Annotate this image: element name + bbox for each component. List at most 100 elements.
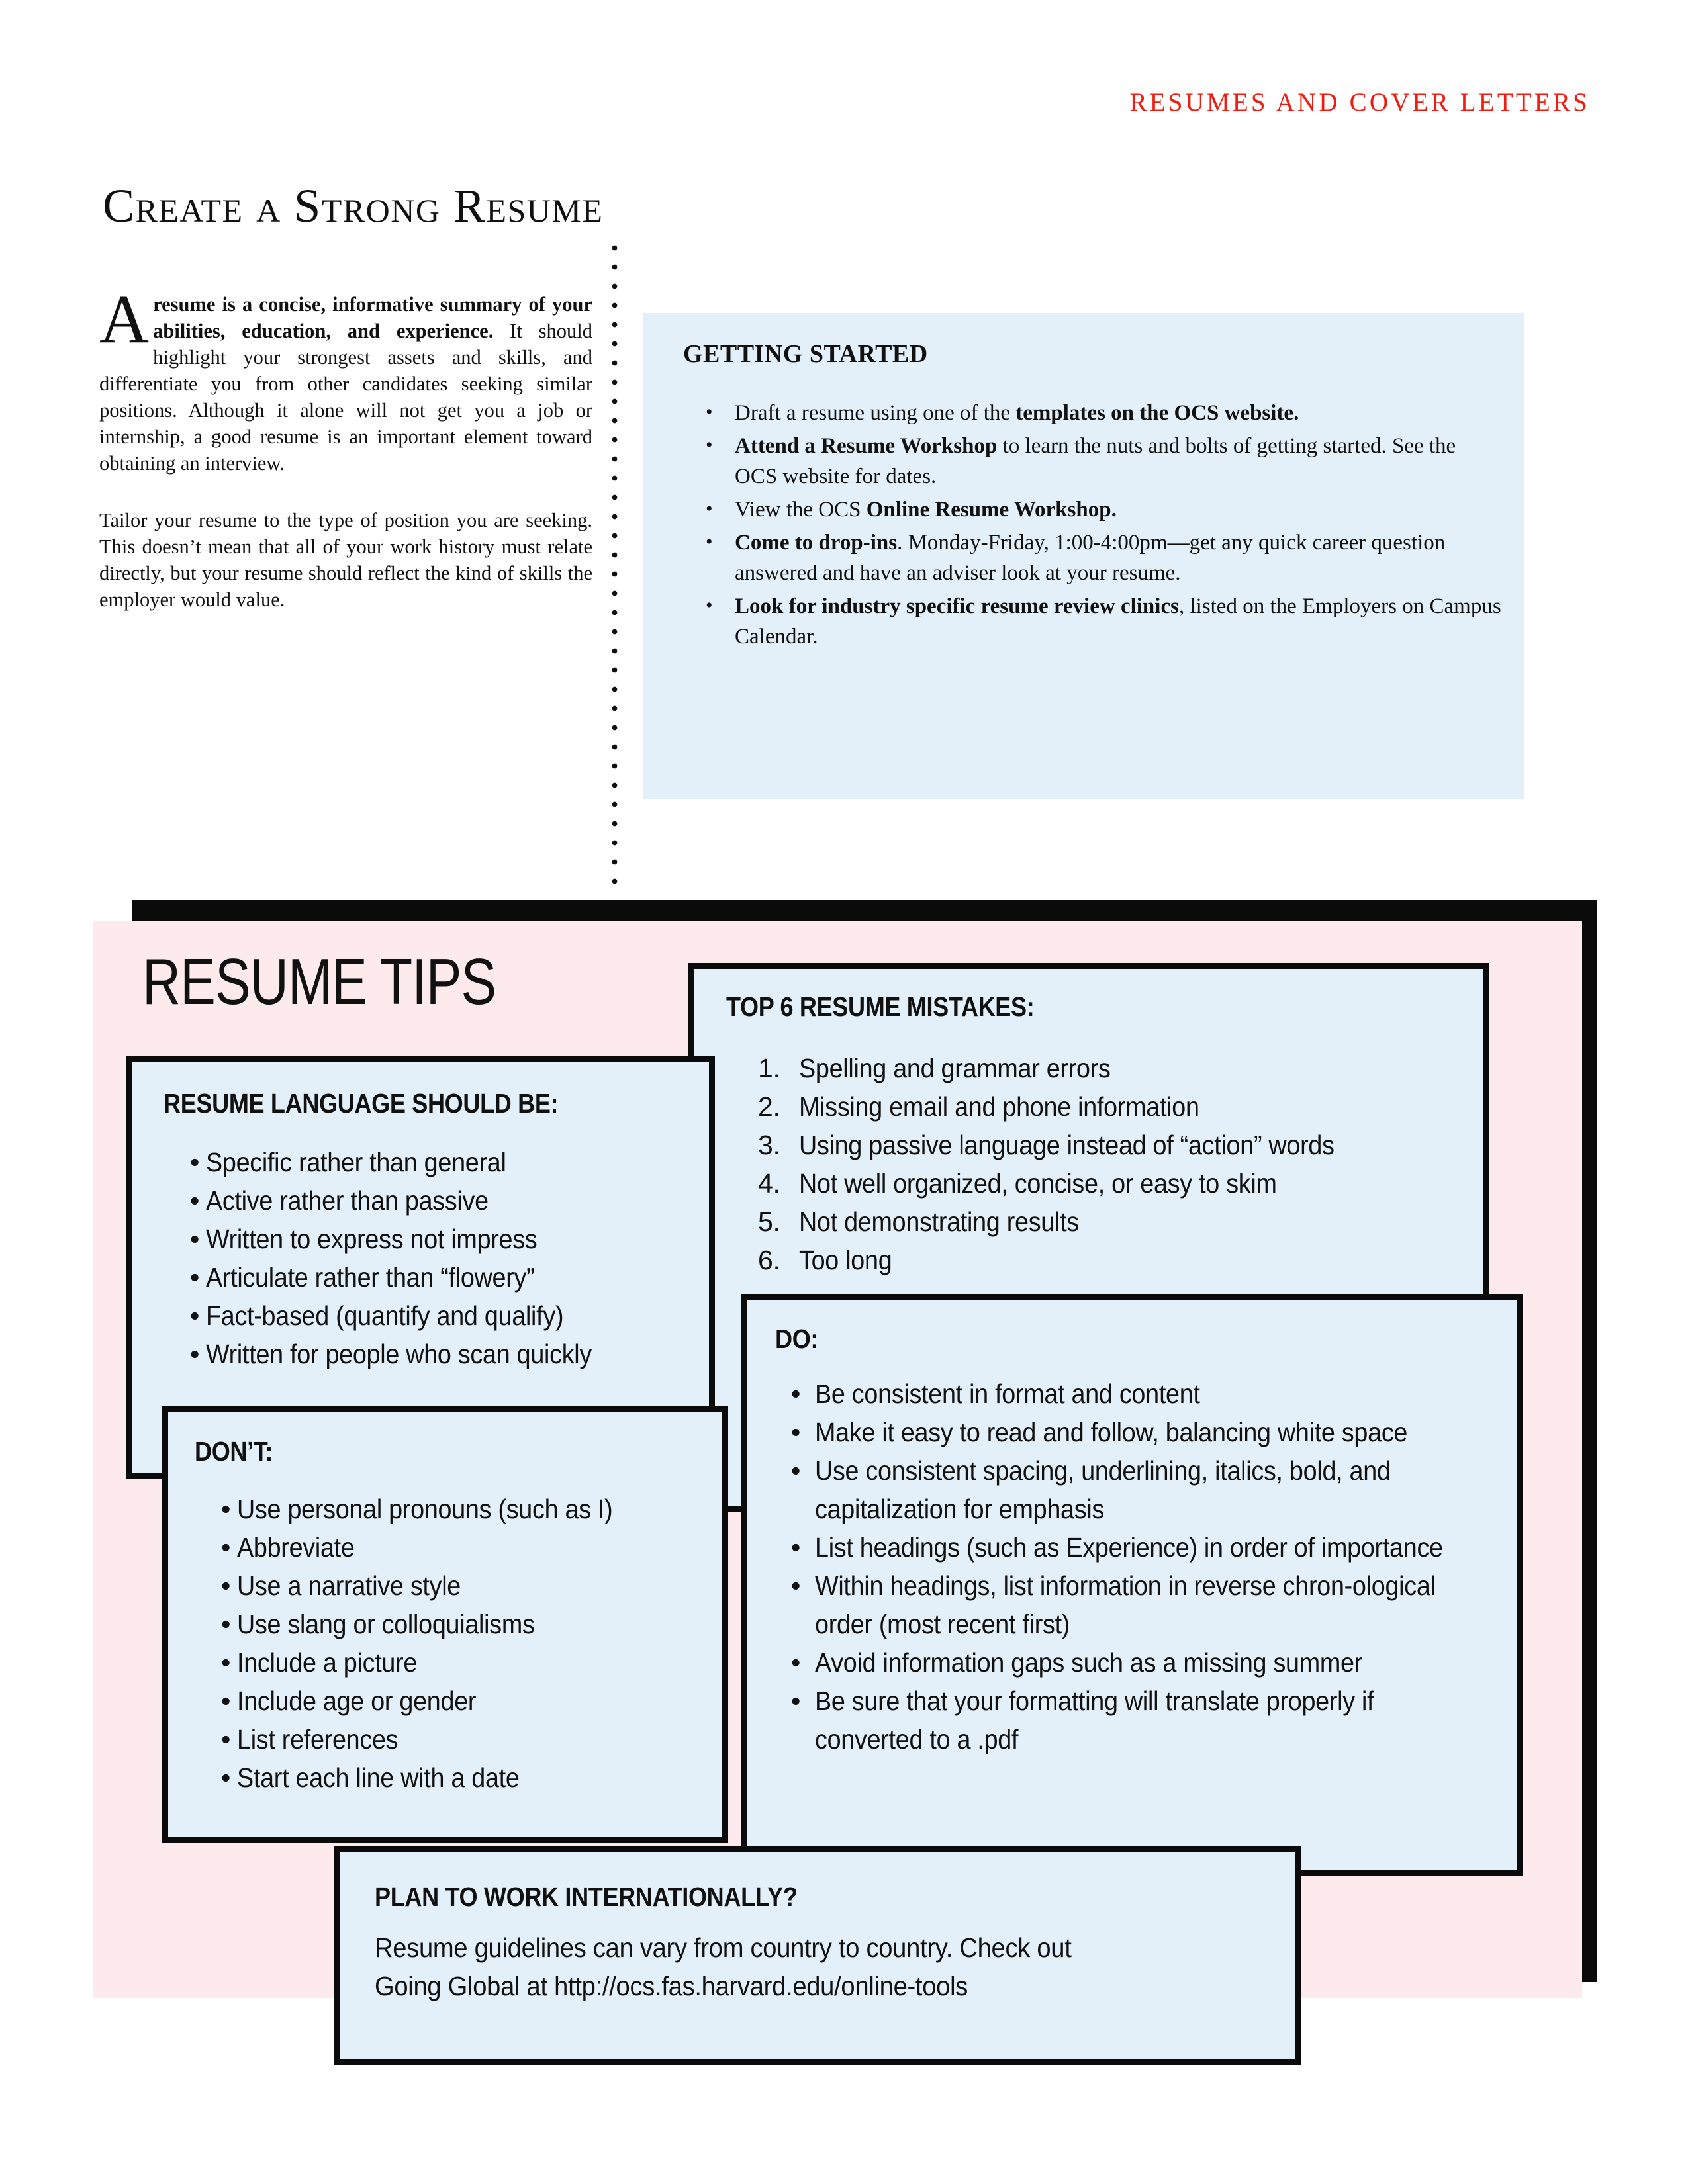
item-text: Not demonstrating results [799, 1206, 1079, 1237]
item-number: 1. [758, 1053, 780, 1083]
dont-card: DON’T: • Use personal pronouns (such as I… [162, 1406, 728, 1843]
item-text-bold: Online Resume Workshop. [866, 498, 1117, 522]
item-text: Written for people who scan quickly [206, 1339, 592, 1369]
list-item: • Be sure that your formatting will trans… [791, 1682, 1517, 1758]
dont-list: • Use personal pronouns (such as I) • Abbr… [221, 1490, 722, 1797]
item-text: Make it easy to read and follow, balanci… [815, 1417, 1408, 1447]
section-kicker: RESUMES AND COVER LETTERS [1129, 88, 1590, 116]
item-text-bold: Attend a Resume Workshop [735, 434, 998, 458]
list-item: 5. Not demonstrating results [758, 1203, 1483, 1241]
bullet-icon: • [221, 1762, 231, 1793]
item-text: Use a narrative style [237, 1570, 461, 1601]
item-text: Abbreviate [237, 1532, 355, 1563]
list-item: • Written for people who scan quickly [190, 1335, 709, 1373]
list-item: 3. Using passive language instead of “act… [758, 1126, 1483, 1164]
item-text: Use consistent spacing, underlining, ita… [815, 1455, 1391, 1524]
getting-started-list: • Draft a resume using one of the templat… [655, 398, 1501, 655]
item-text: Use personal pronouns (such as I) [237, 1494, 613, 1524]
item-text-before: View the OCS [735, 498, 867, 522]
international-body: Resume guidelines can vary from country … [375, 1929, 1295, 2005]
list-item: • List headings (such as Experience) in o… [791, 1528, 1517, 1567]
list-item: • Attend a Resume Workshop to learn the n… [706, 431, 1501, 492]
list-item: 6. Too long [758, 1241, 1483, 1279]
bullet-icon: • [706, 531, 713, 553]
card-title: PLAN TO WORK INTERNATIONALLY? [375, 1882, 798, 1912]
bullet-icon: • [221, 1724, 231, 1754]
getting-started-panel: GETTING STARTED • Draft a resume using on… [643, 313, 1524, 799]
list-item: • Active rather than passive [190, 1181, 709, 1220]
intro-paragraph-1: Aresume is a concise, informative summar… [99, 281, 592, 477]
card-title: DO: [775, 1324, 819, 1354]
list-item: • Specific rather than general [190, 1143, 709, 1181]
list-item: 2. Missing email and phone information [758, 1087, 1483, 1126]
dotted-divider [612, 245, 618, 890]
list-item: • Use personal pronouns (such as I) [221, 1490, 722, 1528]
list-item: • Use slang or colloquialisms [221, 1605, 722, 1643]
bullet-icon: • [221, 1609, 231, 1639]
item-text: Fact-based (quantify and qualify) [206, 1300, 564, 1331]
bullet-icon: • [190, 1300, 200, 1331]
item-text: Not well organized, concise, or easy to … [799, 1168, 1277, 1199]
bullet-icon: • [791, 1379, 801, 1409]
list-item: • Avoid information gaps such as a missin… [791, 1643, 1517, 1682]
item-text: Use slang or colloquialisms [237, 1609, 535, 1639]
card-title: DON’T: [195, 1436, 273, 1467]
list-item: 4. Not well organized, concise, or easy t… [758, 1164, 1483, 1203]
list-item: • Use consistent spacing, underlining, it… [791, 1451, 1517, 1528]
item-text: Avoid information gaps such as a missing… [815, 1647, 1363, 1678]
bullet-icon: • [791, 1686, 801, 1716]
list-item: • Draft a resume using one of the templat… [706, 398, 1501, 428]
international-line-1: Resume guidelines can vary from country … [375, 1933, 1072, 1963]
item-text: Be sure that your formatting will transl… [815, 1686, 1374, 1754]
item-number: 4. [758, 1168, 780, 1199]
item-text: List references [237, 1724, 399, 1754]
list-item: • Within headings, list information in re… [791, 1567, 1517, 1643]
do-list: • Be consistent in format and content • Ma… [791, 1375, 1517, 1758]
item-text: Written to express not impress [206, 1224, 538, 1254]
item-number: 2. [758, 1091, 780, 1122]
resume-tips-heading: RESUME TIPS [142, 945, 496, 1018]
item-text: Specific rather than general [206, 1147, 506, 1177]
bullet-icon: • [221, 1686, 231, 1716]
mistakes-list: 1. Spelling and grammar errors 2. Missing … [758, 1049, 1483, 1279]
item-text-bold: templates on the OCS website. [1015, 401, 1299, 425]
item-number: 5. [758, 1206, 780, 1237]
list-item: • Come to drop-ins. Monday-Friday, 1:00-4… [706, 527, 1501, 588]
getting-started-title: GETTING STARTED [683, 340, 928, 368]
bullet-icon: • [221, 1570, 231, 1601]
item-text: Start each line with a date [237, 1762, 520, 1793]
intro-rest: It should highlight your strongest asset… [99, 320, 592, 475]
item-text: Be consistent in format and content [815, 1379, 1200, 1409]
language-list: • Specific rather than general • Active ra… [190, 1143, 709, 1373]
intro-column: Aresume is a concise, informative summar… [99, 281, 592, 613]
item-text-bold: Look for industry specific resume review… [735, 594, 1179, 618]
bullet-icon: • [706, 594, 713, 616]
card-title: RESUME LANGUAGE SHOULD BE: [164, 1088, 559, 1118]
list-item: • Be consistent in format and content [791, 1375, 1517, 1413]
item-text: Active rather than passive [206, 1185, 489, 1216]
international-card: PLAN TO WORK INTERNATIONALLY? Resume gui… [334, 1846, 1301, 2065]
item-text-before: Draft a resume using one of the [735, 401, 1016, 425]
bullet-icon: • [221, 1647, 231, 1678]
list-item: • Written to express not impress [190, 1220, 709, 1258]
item-text: List headings (such as Experience) in or… [815, 1532, 1443, 1563]
item-text: Include age or gender [237, 1686, 477, 1716]
list-item: 1. Spelling and grammar errors [758, 1049, 1483, 1087]
item-text: Within headings, list information in rev… [815, 1570, 1436, 1639]
bullet-icon: • [706, 401, 713, 423]
list-item: • Make it easy to read and follow, balanc… [791, 1413, 1517, 1451]
bullet-icon: • [791, 1532, 801, 1563]
item-text: Articulate rather than “flowery” [206, 1262, 535, 1293]
bullet-icon: • [190, 1224, 200, 1254]
bullet-icon: • [190, 1262, 200, 1293]
do-card: DO: • Be consistent in format and content… [741, 1294, 1523, 1876]
bullet-icon: • [190, 1147, 200, 1177]
bullet-icon: • [791, 1570, 801, 1601]
bullet-icon: • [791, 1647, 801, 1678]
item-text: Include a picture [237, 1647, 418, 1678]
list-item: • Articulate rather than “flowery” [190, 1258, 709, 1297]
list-item: • Look for industry specific resume revie… [706, 591, 1501, 652]
list-item: • Include age or gender [221, 1682, 722, 1720]
bullet-icon: • [190, 1339, 200, 1369]
drop-cap: A [99, 281, 150, 357]
